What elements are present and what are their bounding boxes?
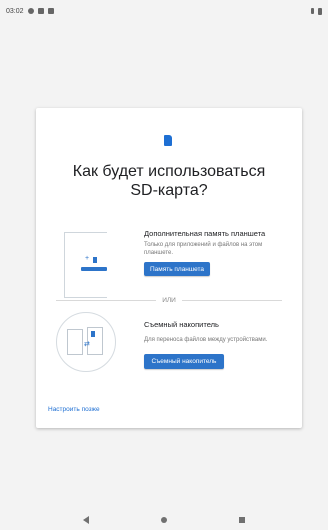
option-portable-title: Съемный накопитель [144,320,219,329]
sd-card-icon [93,257,97,263]
option-portable-description: Для переноса файлов между устройствами. [144,337,268,343]
status-bar: 03:02 [0,0,328,22]
plus-icon: + [85,255,90,262]
device-icon [67,329,83,355]
dialog-title-line2: SD-карта? [130,182,208,199]
status-left: 03:02 [6,8,54,15]
divider-text: ИЛИ [162,296,176,304]
image-icon [37,8,44,14]
battery-icon [318,7,322,15]
sd-card-icon [164,135,172,146]
settings-icon [27,8,34,14]
back-icon[interactable] [83,516,89,524]
navigation-bar [0,510,328,530]
tablet-storage-illustration: + [64,232,107,298]
dialog-title-line1: Как будет использоваться [72,163,266,180]
sd-card-setup-dialog: Как будет использоваться SD-карта? + Доп… [36,108,302,428]
recents-icon[interactable] [239,517,245,523]
status-time: 03:02 [6,7,24,15]
or-divider: ИЛИ [56,295,283,305]
transfer-arrow-icon: ⇄ [84,341,90,348]
sd-card-icon [47,8,54,14]
wifi-icon [311,8,314,14]
divider-line-left [56,299,157,301]
option-tablet-storage-description: Только для приложений и файлов на этом п… [144,242,263,256]
status-right [311,7,322,15]
tablet-storage-button[interactable]: Память планшета [144,262,210,276]
sd-card-icon [91,331,95,337]
storage-bar [81,267,107,271]
divider-line-right [181,299,283,301]
set-up-later-link[interactable]: Настроить позже [48,406,100,413]
home-icon[interactable] [161,517,167,523]
transfer-devices-illustration: ⇄ [56,312,116,372]
portable-storage-button[interactable]: Съемный накопитель [144,354,224,369]
dialog-title: Как будет использоваться SD-карта? [46,162,292,200]
option-tablet-storage-title: Дополнительная память планшета [144,229,266,238]
